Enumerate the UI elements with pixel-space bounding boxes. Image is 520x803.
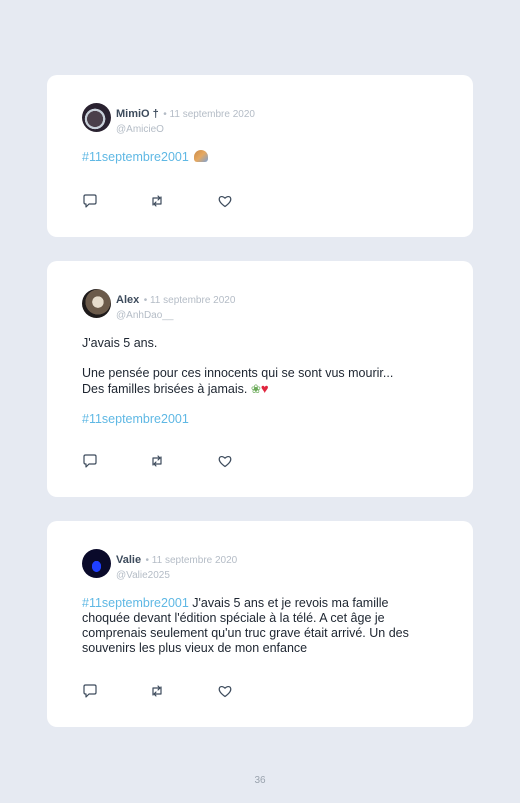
hashtag-link[interactable]: #11septembre2001 [82, 150, 189, 164]
like-icon[interactable] [217, 193, 235, 209]
retweet-icon[interactable] [149, 453, 167, 469]
reply-icon[interactable] [82, 453, 100, 469]
tweet-date: • 11 septembre 2020 [143, 295, 236, 306]
tweet-paragraph: Une pensée pour ces innocents qui se son… [82, 366, 394, 380]
page-number: 36 [254, 775, 266, 786]
retweet-icon[interactable] [149, 683, 167, 699]
tweet-date: • 11 septembre 2020 [145, 555, 238, 566]
hashtag-link[interactable]: #11septembre2001 [82, 596, 189, 610]
like-icon[interactable] [217, 453, 235, 469]
tweet-line: Des familles brisées à jamais. [82, 382, 248, 396]
tweet-meta: MimiO † • 11 septembre 2020 @AmicieO [116, 104, 255, 135]
rose-emoji-icon: ❀ [250, 382, 261, 396]
author-name[interactable]: Alex [116, 294, 139, 306]
avatar[interactable] [82, 103, 111, 132]
tweet-paragraph: Des familles brisées à jamais. ❀♥ [82, 381, 442, 397]
heart-emoji-icon: ♥ [260, 381, 269, 396]
reply-icon[interactable] [82, 683, 100, 699]
author-handle[interactable]: @AnhDao__ [116, 310, 235, 321]
retweet-icon[interactable] [149, 193, 167, 209]
tweet-date: • 11 septembre 2020 [163, 109, 255, 120]
author-handle[interactable]: @Valie2025 [116, 570, 237, 581]
tweet-actions [82, 453, 252, 469]
tweet-paragraph: J'avais 5 ans. [82, 336, 158, 350]
hashtag-link[interactable]: #11septembre2001 [82, 412, 442, 427]
tweet-card: Valie • 11 septembre 2020 @Valie2025 #11… [47, 521, 473, 727]
tweet-actions [82, 683, 252, 699]
avatar[interactable] [82, 549, 111, 578]
folded-hands-emoji-icon [194, 150, 209, 162]
tweet-actions [82, 193, 252, 209]
tweet-card: Alex • 11 septembre 2020 @AnhDao__ J'ava… [47, 261, 473, 497]
author-name[interactable]: MimiO † [116, 108, 159, 120]
reply-icon[interactable] [82, 193, 100, 209]
tweet-meta: Alex • 11 septembre 2020 @AnhDao__ [116, 290, 235, 321]
tweet-text: #11septembre2001 J'avais 5 ans et je rev… [82, 596, 432, 656]
avatar[interactable] [82, 289, 111, 318]
author-handle[interactable]: @AmicieO [116, 124, 255, 135]
tweet-meta: Valie • 11 septembre 2020 @Valie2025 [116, 550, 237, 581]
tweet-text: #11septembre2001 [82, 150, 442, 165]
tweet-text: J'avais 5 ans. Une pensée pour ces innoc… [82, 336, 442, 427]
tweet-card: MimiO † • 11 septembre 2020 @AmicieO #11… [47, 75, 473, 237]
author-name[interactable]: Valie [116, 554, 141, 566]
like-icon[interactable] [217, 683, 235, 699]
